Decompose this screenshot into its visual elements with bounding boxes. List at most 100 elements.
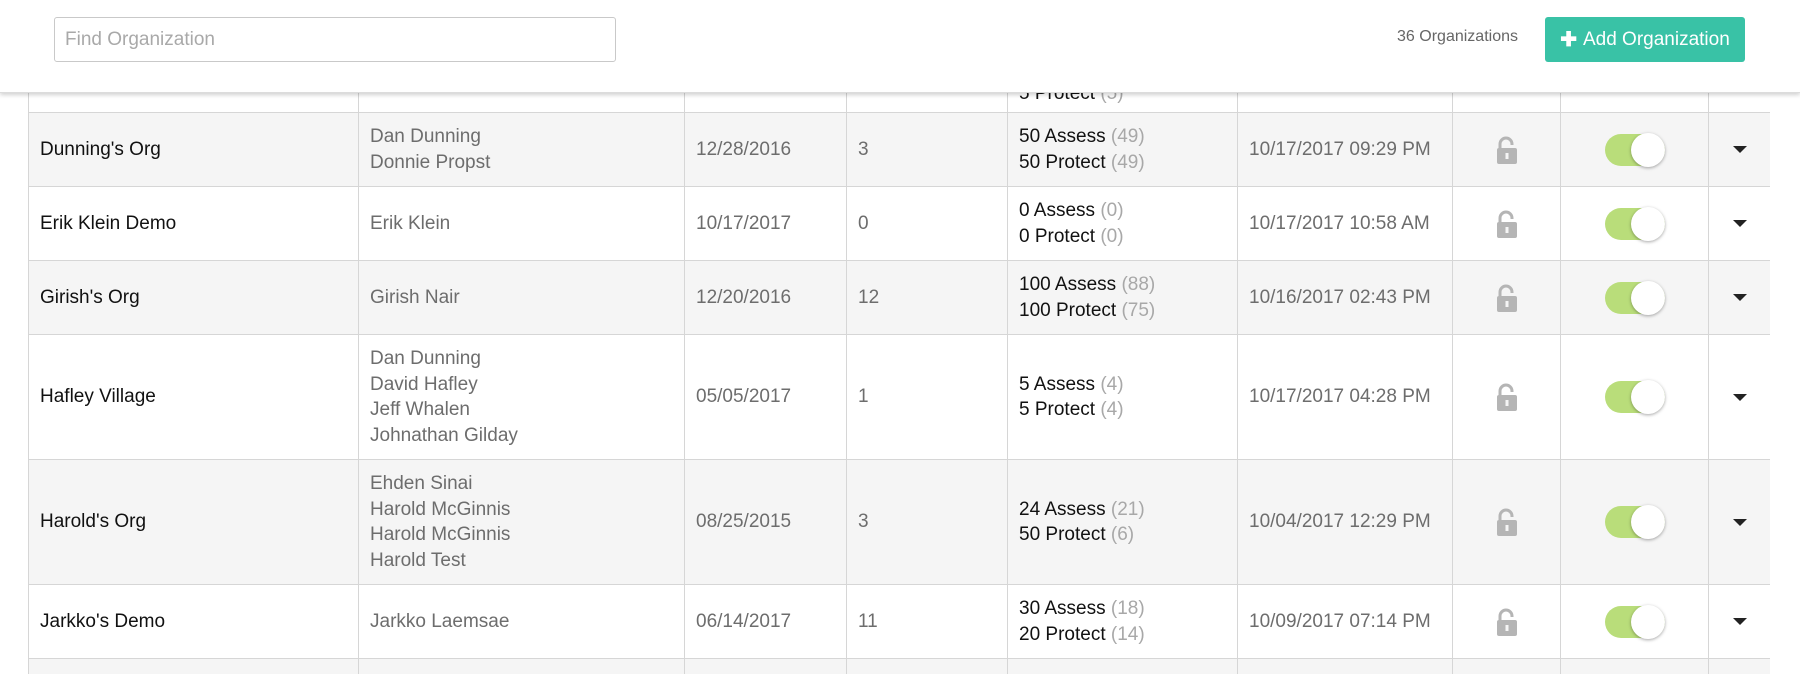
toggle-knob [1630,132,1665,167]
last-activity-cell [1237,658,1453,674]
enabled-toggle[interactable] [1604,505,1665,539]
org-name[interactable]: Hafley Village [28,334,359,460]
unlocked-lock-icon[interactable] [1452,260,1561,335]
org-users: Girish Nair [358,260,685,335]
license-line: 50 Assess (49) [1019,124,1226,150]
user-name: Girish Nair [370,286,460,308]
lock-cell [1452,658,1561,674]
caret-down-icon[interactable] [1732,393,1747,401]
license-used: (18) [1110,598,1145,619]
license-line: 5 Assess (4) [1019,372,1226,398]
org-date: 08/25/2015 [684,459,847,585]
table-row[interactable]: Hafley Village Dan Dunning David Hafley Jef… [28,334,1770,460]
toggle-knob [1630,206,1665,241]
actions-cell [1708,658,1770,674]
user-name: Dan Dunning [370,348,481,369]
org-name[interactable]: Girish's Org [28,260,359,335]
table-row[interactable]: Jarkko's Demo Jarkko Laemsae 06/14/2017 11 3… [28,584,1770,659]
license-label: 5 Protect [1019,399,1096,420]
add-organization-button[interactable]: ✚ Add Organization [1545,17,1745,62]
org-licenses: 30 Assess (18) 20 Protect (14) [1007,584,1238,659]
licenses-cell [1007,658,1238,674]
date-cell [684,658,847,674]
org-count: 0 [846,186,1008,261]
org-date: 12/20/2016 [684,260,847,335]
org-users: Dan Dunning Donnie Propst [358,112,685,187]
user-name: David Hafley [370,373,478,395]
unlocked-lock-icon[interactable] [1452,584,1561,659]
org-last-activity: 10/09/2017 07:14 PM [1237,584,1453,659]
license-used: (0) [1100,225,1124,247]
license-used: (14) [1110,623,1145,645]
caret-down-icon[interactable] [1732,618,1747,625]
enabled-toggle[interactable] [1604,206,1665,241]
enabled-toggle[interactable] [1604,380,1665,414]
table-row[interactable]: Dunning's Org Dan Dunning Donnie Propst 12/… [28,112,1770,187]
license-used: (49) [1110,126,1145,147]
license-used: (21) [1110,498,1145,520]
org-name[interactable]: Dunning's Org [28,112,359,187]
organization-count: 36 Organizations [1397,28,1518,45]
caret-down-icon[interactable] [1732,294,1747,301]
org-licenses: 0 Assess (0) 0 Protect (0) [1007,186,1238,261]
toggle-knob [1630,505,1665,539]
organizations-table: 5 Protect (5) Dunning's Org Dan Dunning Don… [28,0,1770,674]
table-row-partial [28,658,1770,674]
org-count: 11 [846,584,1008,659]
enabled-toggle[interactable] [1604,604,1665,639]
license-line: 50 Protect (6) [1019,522,1226,548]
license-used: (49) [1110,151,1145,173]
license-line: 50 Protect (49) [1019,150,1226,176]
actions-cell [1708,260,1770,335]
caret-down-icon[interactable] [1732,220,1747,227]
enabled-toggle[interactable] [1604,132,1665,167]
org-name[interactable]: Erik Klein Demo [28,186,359,261]
license-line: 0 Assess (0) [1019,198,1226,224]
license-label: 100 Assess [1019,274,1117,295]
org-licenses: 24 Assess (21) 50 Protect (6) [1007,459,1238,585]
org-date: 10/17/2017 [684,186,847,261]
org-last-activity: 10/17/2017 10:58 AM [1237,186,1453,261]
table-row[interactable]: Harold's Org Ehden Sinai Harold McGinnis Ha… [28,459,1770,585]
license-label: 24 Assess [1019,498,1106,520]
toggle-cell [1560,112,1709,187]
add-organization-label: Add Organization [1582,28,1730,50]
unlocked-lock-icon[interactable] [1452,186,1561,261]
toggle-cell [1560,658,1709,674]
user-name: Dan Dunning [370,126,481,147]
org-date: 05/05/2017 [684,334,847,460]
org-count: 12 [846,260,1008,335]
table-row[interactable]: Girish's Org Girish Nair 12/20/2016 12 100 A… [28,260,1770,335]
license-line: 100 Assess (88) [1019,272,1226,298]
table-row[interactable]: Erik Klein Demo Erik Klein 10/17/2017 0 0 As… [28,186,1770,261]
license-line: 100 Protect (75) [1019,298,1226,324]
toggle-cell [1560,334,1709,460]
find-organization-input[interactable] [54,17,616,62]
actions-cell [1708,459,1770,585]
license-label: 20 Protect [1019,623,1106,645]
org-name[interactable]: Harold's Org [28,459,359,585]
unlocked-lock-icon[interactable] [1452,459,1561,585]
enabled-toggle[interactable] [1604,280,1665,315]
license-label: 30 Assess [1019,598,1106,619]
org-last-activity: 10/17/2017 04:28 PM [1237,334,1453,460]
org-name[interactable]: Jarkko's Demo [28,584,359,659]
user-name: Harold McGinnis [370,498,511,520]
unlocked-lock-icon[interactable] [1452,112,1561,187]
license-line: 5 Protect (4) [1019,397,1226,423]
unlocked-lock-icon[interactable] [1452,334,1561,460]
count-cell [846,658,1008,674]
user-name: Harold McGinnis [370,524,511,545]
caret-down-icon[interactable] [1732,146,1747,153]
license-line: 0 Protect (0) [1019,224,1226,250]
org-licenses: 50 Assess (49) 50 Protect (49) [1007,112,1238,187]
license-label: 50 Protect [1019,524,1106,545]
caret-down-icon[interactable] [1732,518,1747,526]
org-users: Jarkko Laemsae [358,584,685,659]
user-name: Jeff Whalen [370,399,470,420]
license-used: (88) [1121,274,1156,295]
license-used: (4) [1100,373,1124,395]
org-date: 06/14/2017 [684,584,847,659]
license-used: (0) [1100,200,1124,221]
org-last-activity: 10/16/2017 02:43 PM [1237,260,1453,335]
